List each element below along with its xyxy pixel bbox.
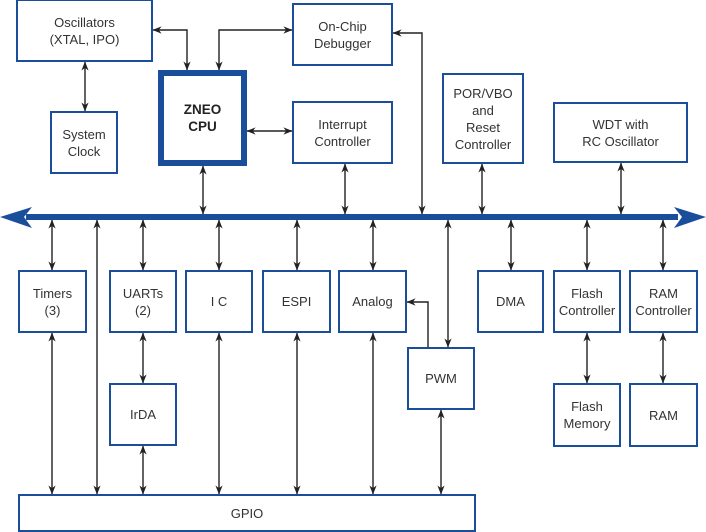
block-label-line: (XTAL, IPO) [49,31,120,47]
block-label-line: WDT with [592,116,649,132]
block-label-line: RC Oscillator [582,133,659,149]
block-analog: Analog [338,270,407,333]
block-label-line: Oscillators [54,14,115,30]
block-label-line: Controller [314,133,371,149]
block-dma: DMA [477,270,544,333]
block-label-line: Controller [558,302,616,318]
block-label-line: Analog [352,294,393,309]
block-label-line: POR/VBO [453,85,513,101]
block-label-line: and [472,102,494,118]
block-on-chip-debugger: On-Chip Debugger [292,3,393,66]
block-wdt: WDT with RC Oscillator [553,102,688,163]
block-pwm: PWM [407,347,475,410]
block-flash-memory: Flash Memory [553,383,621,447]
block-ram-controller: RAM Controller [629,270,698,333]
block-system-clock: System Clock [50,111,118,174]
block-label-line: I C [210,294,228,309]
block-label-line: Controller [635,302,692,318]
block-i2c: I C [185,270,253,333]
block-label-line: Clock [67,143,101,159]
block-label-line: Reset [466,119,500,135]
block-oscillators: Oscillators (XTAL, IPO) [16,0,153,62]
block-ram: RAM [629,383,698,447]
block-gpio: GPIO [18,494,476,532]
block-label-line: Timers [32,285,73,301]
block-cpu: ZNEO CPU [158,70,247,166]
block-label-line: Controller [454,136,512,152]
block-flash-controller: Flash Controller [553,270,621,333]
block-label-line: IrDA [130,407,156,422]
block-label-line: UARTs [122,285,164,301]
arrow-pwm-analog [406,298,429,347]
block-label-line: Flash [571,399,603,414]
block-label-line: CPU [188,119,217,134]
block-label-line: DMA [496,294,525,309]
arrow-cpu-debugger [215,26,293,71]
block-label-line: RAM [649,285,678,301]
connection-layer [0,26,706,495]
block-por-vbo-reset: POR/VBO and Reset Controller [442,73,524,164]
block-label-line: GPIO [230,505,264,521]
block-uarts: UARTs (2) [109,270,177,333]
block-label-line: ZNEO [183,102,222,117]
block-label-line: Flash [571,285,603,301]
arrow-debugger-bus [392,29,426,215]
bus-bar [26,214,678,220]
block-label-line: System [62,126,106,142]
block-label-line: RAM [649,407,678,423]
block-timers: Timers (3) [18,270,87,333]
system-bus [0,207,706,228]
block-label-line: On-Chip [318,18,367,34]
block-label-line: Debugger [313,35,372,51]
bus-arrowhead-right [674,207,706,228]
block-label-line: (3) [44,302,61,318]
block-label-line: Interrupt [318,116,367,132]
arrow-oscillators-cpu [152,26,191,71]
block-label-line: PWM [425,371,457,386]
block-espi: ESPI [262,270,331,333]
block-irda: IrDA [109,383,177,446]
block-label-line: (2) [135,302,151,318]
block-interrupt-controller: Interrupt Controller [292,101,393,164]
block-label-line: Memory [563,416,611,431]
block-label-line: ESPI [281,294,312,309]
